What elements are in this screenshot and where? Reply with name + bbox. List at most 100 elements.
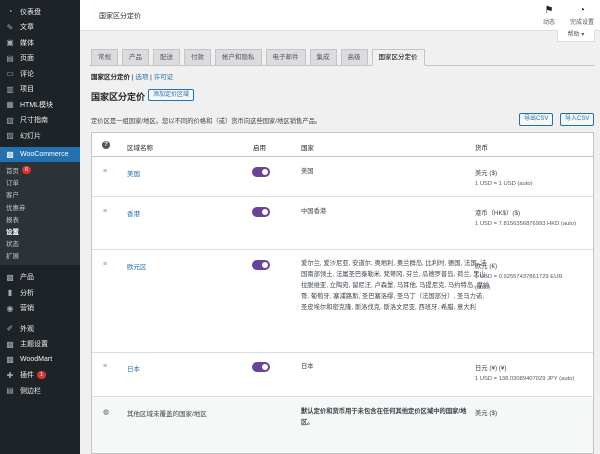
sidebar-item-slides[interactable]: ▨ 幻灯片 bbox=[0, 128, 80, 144]
flag-icon: ⚑ bbox=[544, 5, 554, 16]
sidebar-item-sidebar[interactable]: ▤ 侧边栏 bbox=[0, 383, 80, 399]
zone-rate: 1 USD = 7.8156356876993 HKD (auto) bbox=[475, 221, 577, 227]
dashboard-icon: ◔ bbox=[7, 7, 13, 17]
zone-currency: 欧元 (€) bbox=[475, 263, 498, 270]
sidebar-item-label: 主题设置 bbox=[20, 341, 48, 349]
enabled-toggle[interactable] bbox=[252, 207, 270, 217]
globe-icon: ◍ bbox=[103, 409, 110, 416]
comment-icon: ▭ bbox=[6, 69, 14, 79]
sidebar-item-comment[interactable]: ▭ 评论 bbox=[0, 66, 80, 82]
drag-handle-icon[interactable]: ≡ bbox=[103, 168, 107, 175]
sidebar-item-label: 外观 bbox=[20, 325, 34, 333]
sidebar-item-woodmart[interactable]: ▩ WoodMart bbox=[0, 352, 80, 368]
zone-name-link[interactable]: 香港 bbox=[127, 208, 140, 218]
rest-of-world-description: 默认定价和货币用于未包含在任何其他定价区域中的国家/地区。 bbox=[301, 408, 467, 426]
analytics-icon: ▮ bbox=[7, 288, 13, 298]
sidebar-item-label: 评论 bbox=[20, 70, 34, 78]
add-zone-button[interactable]: 添加定价区域 bbox=[148, 89, 195, 101]
zone-name-link[interactable]: 日本 bbox=[127, 363, 140, 373]
sidebar-item-label: 插件 bbox=[20, 372, 34, 380]
enabled-toggle[interactable] bbox=[252, 362, 270, 372]
finish-setup-button[interactable]: ◔ 完成设置 bbox=[570, 5, 594, 26]
sidebar-item-marketing[interactable]: ◉ 营销 bbox=[0, 301, 80, 317]
submenu-label: 订单 bbox=[6, 180, 19, 188]
sidebar-item-label: HTML模块 bbox=[20, 101, 54, 109]
sidebar-item-analytics[interactable]: ▮ 分析 bbox=[0, 285, 80, 301]
submenu-label: 设置 bbox=[6, 229, 19, 237]
sidebar-item-product[interactable]: ▩ 产品 bbox=[0, 270, 80, 286]
submenu-item[interactable]: 报表 bbox=[0, 213, 80, 225]
submenu-item[interactable]: 设置 bbox=[0, 225, 80, 237]
settings-tab[interactable]: 帐户和隐私 bbox=[215, 49, 262, 66]
enabled-toggle[interactable] bbox=[252, 167, 270, 177]
table-header: ? 区域名称 启用 国家 货币 bbox=[92, 133, 593, 157]
submenu-label: 首页 bbox=[6, 168, 19, 176]
sidebar-item-size-guide[interactable]: ▧ 尺寸指南 bbox=[0, 113, 80, 129]
product-icon: ▩ bbox=[6, 272, 14, 282]
settings-tab[interactable]: 电子邮件 bbox=[265, 49, 306, 66]
settings-tab[interactable]: 付款 bbox=[184, 49, 211, 66]
sidebar-item-media[interactable]: ▣ 媒体 bbox=[0, 35, 80, 51]
export-csv-button[interactable]: 导出CSV bbox=[519, 113, 554, 126]
help-icon[interactable]: ? bbox=[102, 141, 110, 149]
settings-tab[interactable]: 常规 bbox=[91, 49, 118, 66]
settings-tab[interactable]: 集成 bbox=[309, 49, 337, 66]
settings-tabs: 常规 产品 配送 付款 帐户和隐私 电子邮件 集成 高级 国家区分定价 bbox=[91, 49, 429, 66]
sidebar-item-dashboard[interactable]: ◔ 仪表盘 bbox=[0, 4, 80, 20]
drag-handle-icon[interactable]: ≡ bbox=[103, 363, 107, 370]
submenu-item[interactable]: 首页 6 bbox=[0, 164, 80, 176]
zone-currency: 美元 ($) bbox=[475, 170, 498, 177]
submenu-item[interactable]: 扩展 bbox=[0, 249, 80, 261]
sidebar-item-appearance[interactable]: ✐ 外观 bbox=[0, 321, 80, 337]
submenu-item[interactable]: 优惠券 bbox=[0, 201, 80, 213]
settings-tab[interactable]: 高级 bbox=[340, 49, 368, 66]
plugin-icon: ✚ bbox=[6, 370, 14, 380]
sidebar-item-label: 产品 bbox=[20, 274, 34, 282]
sidebar-item-label: 营销 bbox=[20, 305, 34, 313]
media-icon: ▣ bbox=[6, 38, 14, 48]
submenu-item[interactable]: 客户 bbox=[0, 188, 80, 200]
activity-button[interactable]: ⚑ 动态 bbox=[543, 5, 555, 26]
zone-regions: 爱尔兰, 爱沙尼亚, 安道尔, 奥地利, 奥兰群岛, 比利时, 德国, 法国, … bbox=[301, 260, 490, 311]
zone-regions: 日本 bbox=[301, 363, 314, 370]
admin-sidebar: ◔ 仪表盘 ✎ 文章 ▣ 媒体 ▤ 页面 ▭ 评论 ▥ 项目 ▦ HTML模块 ▧ 尺寸指南 ▨ 幻灯片 ▩ Wo… bbox=[0, 0, 80, 454]
sidebar-item-project[interactable]: ▥ 项目 bbox=[0, 82, 80, 98]
submenu-label: 报表 bbox=[6, 216, 19, 224]
rest-of-world-currency: 美元 ($) bbox=[475, 410, 498, 417]
subnav-current[interactable]: 国家区分定价 bbox=[91, 74, 130, 81]
help-tab[interactable]: 帮助 ▾ bbox=[557, 30, 595, 42]
sidebar-item-plugin[interactable]: ✚ 插件 1 bbox=[0, 368, 80, 384]
progress-icon: ◔ bbox=[578, 5, 586, 16]
import-csv-button[interactable]: 导入CSV bbox=[560, 113, 595, 126]
settings-tab[interactable]: 产品 bbox=[122, 49, 149, 66]
section-heading: 国家区分定价 bbox=[91, 92, 146, 102]
zone-currency: 港币（HK$）($) bbox=[475, 210, 521, 217]
settings-tab[interactable]: 配送 bbox=[153, 49, 180, 66]
drag-handle-icon[interactable]: ≡ bbox=[103, 261, 107, 268]
zone-rate: 1 USD = 138.03089407029 JPY (auto) bbox=[475, 376, 575, 382]
section-description: 定价区是一组国家/地区。您以不同的价格和（或）货币向这些国家/地区销售产品。 bbox=[91, 118, 322, 125]
project-icon: ▥ bbox=[6, 84, 14, 94]
page-icon: ▤ bbox=[6, 53, 14, 63]
enabled-toggle[interactable] bbox=[252, 260, 270, 270]
sidebar-item-theme-settings[interactable]: ▩ 主题设置 bbox=[0, 337, 80, 353]
sidebar-item-woocommerce[interactable]: ▩ WooCommerce bbox=[0, 146, 80, 162]
sidebar-item-label: 侧边栏 bbox=[20, 387, 41, 395]
sidebar-item-label: WooCommerce bbox=[20, 150, 69, 158]
zone-name-link[interactable]: 美国 bbox=[127, 168, 140, 178]
submenu-item[interactable]: 订单 bbox=[0, 176, 80, 188]
sidebar-item-label: 媒体 bbox=[20, 39, 34, 47]
sidebar-icon: ▤ bbox=[6, 386, 14, 396]
sidebar-item-html-block[interactable]: ▦ HTML模块 bbox=[0, 97, 80, 113]
sidebar-item-pin[interactable]: ✎ 文章 bbox=[0, 20, 80, 36]
woocommerce-submenu: 首页 6 订单 客户 优惠券报表设置 状态 扩展 bbox=[0, 162, 80, 265]
slides-icon: ▨ bbox=[6, 131, 14, 141]
submenu-item[interactable]: 状态 bbox=[0, 237, 80, 249]
zone-name-link[interactable]: 欧元区 bbox=[127, 261, 147, 271]
sidebar-item-page[interactable]: ▤ 页面 bbox=[0, 51, 80, 67]
sidebar-item-label: 仪表盘 bbox=[20, 8, 41, 16]
drag-handle-icon[interactable]: ≡ bbox=[103, 208, 107, 215]
settings-tab[interactable]: 国家区分定价 bbox=[371, 49, 425, 66]
subnav-options[interactable]: 选项 bbox=[135, 74, 148, 81]
subnav-license[interactable]: 许可证 bbox=[154, 74, 174, 81]
